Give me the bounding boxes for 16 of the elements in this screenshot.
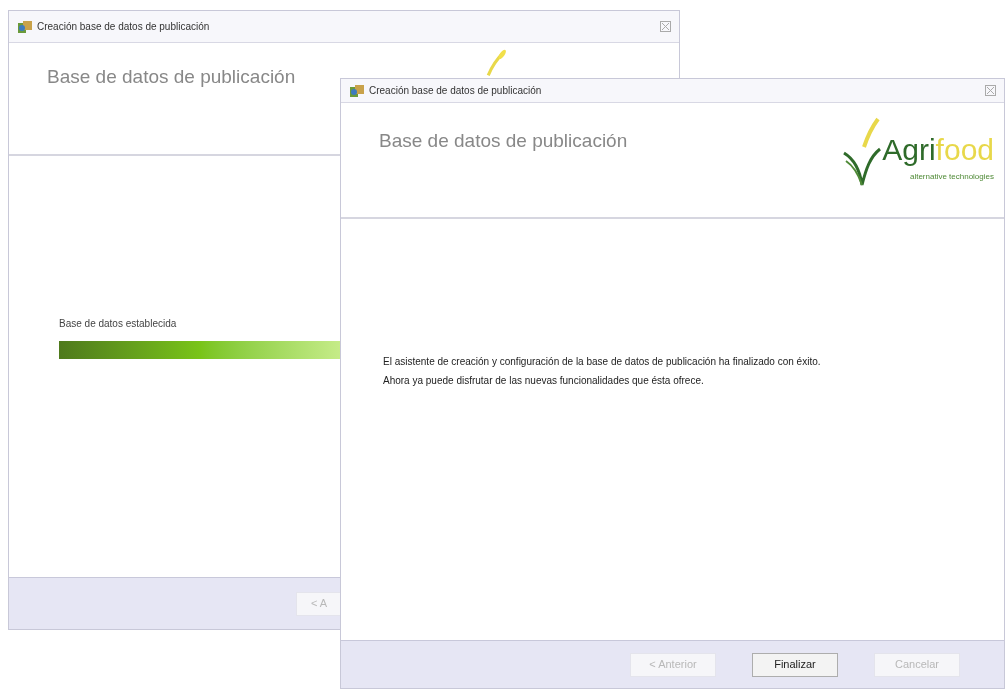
logo-tagline: alternative technologies bbox=[909, 171, 994, 183]
logo-text: food bbox=[935, 135, 994, 165]
page-heading: Base de datos de publicación bbox=[47, 65, 296, 89]
app-icon bbox=[349, 83, 365, 98]
message-text: El asistente de creación y configuración de la base de datos de publicación ha finalizado con éxito. bbox=[383, 355, 822, 369]
wheat-icon bbox=[485, 49, 507, 77]
logo-text: Agri bbox=[882, 135, 936, 165]
wizard-button[interactable]: Finalizar bbox=[752, 652, 838, 677]
window-title: Creación base de datos de publicación bbox=[37, 20, 211, 34]
close-icon[interactable] bbox=[660, 21, 671, 32]
page-heading: Base de datos de publicación bbox=[379, 129, 628, 153]
app-icon bbox=[17, 19, 33, 34]
window-title: Creación base de datos de publicación bbox=[369, 84, 543, 98]
progress-label: Base de datos establecida bbox=[59, 317, 178, 331]
message-text: Ahora ya puede disfrutar de las nuevas funcionalidades que ésta ofrece. bbox=[383, 374, 705, 388]
close-icon[interactable] bbox=[985, 85, 996, 96]
